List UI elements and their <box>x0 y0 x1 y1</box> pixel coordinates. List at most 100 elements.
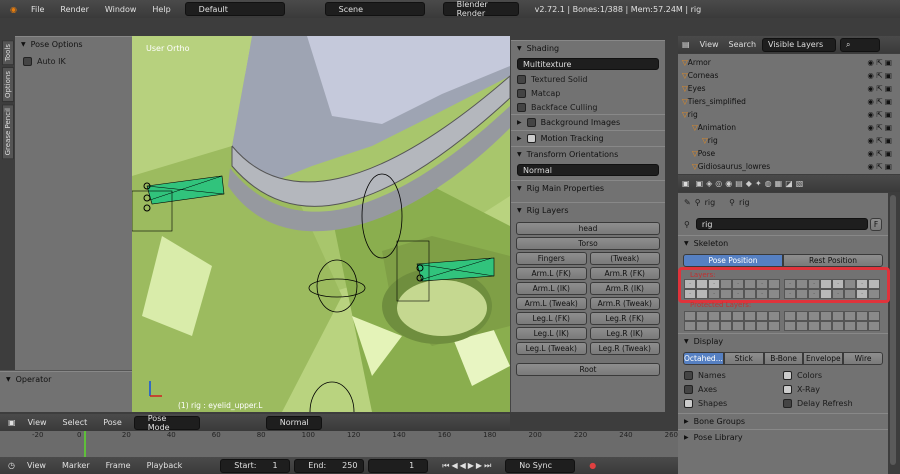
pin-icon[interactable]: ✎ <box>684 198 691 207</box>
layer-cell[interactable] <box>768 321 780 331</box>
layer-cell[interactable] <box>808 311 820 321</box>
outliner-item[interactable]: ▽ Tiers_simplified ◉ ⇱ ▣ <box>678 95 900 108</box>
sync-select[interactable]: No Sync <box>505 458 576 473</box>
rig-layer-button[interactable]: head <box>516 222 660 235</box>
outliner-item[interactable]: ▽ Eyes ◉ ⇱ ▣ <box>678 82 900 95</box>
visibility-icon[interactable]: ◉ ⇱ ▣ <box>867 149 900 158</box>
pose-position-button[interactable]: Pose Position <box>683 253 783 267</box>
properties-editor-icon[interactable]: ▣ <box>682 179 690 188</box>
axes-checkbox[interactable] <box>684 384 693 394</box>
layer-cell[interactable] <box>744 321 756 331</box>
timeline-menu-frame[interactable]: Frame <box>98 461 139 470</box>
shapes-checkbox[interactable] <box>684 398 693 408</box>
matcap-checkbox[interactable] <box>517 88 526 98</box>
start-frame-field[interactable]: Start: 1 <box>220 458 291 473</box>
visibility-icon[interactable]: ◉ ⇱ ▣ <box>867 136 900 145</box>
layer-cell[interactable] <box>796 311 808 321</box>
record-icon[interactable]: ● <box>581 461 604 470</box>
shading-header[interactable]: ▼ Shading <box>511 40 665 56</box>
display-header[interactable]: ▼ Display <box>678 333 888 349</box>
tab-grease-pencil[interactable]: Grease Pencil <box>2 104 14 160</box>
layer-cell[interactable] <box>684 311 696 321</box>
layer-cell[interactable] <box>856 321 868 331</box>
protected-grid-left[interactable] <box>684 311 780 331</box>
visibility-icon[interactable]: ◉ ⇱ ▣ <box>867 110 900 119</box>
rig-layer-button[interactable]: Fingers <box>516 252 587 265</box>
fake-user-button[interactable]: F <box>870 217 882 231</box>
visibility-icon[interactable]: ◉ ⇱ ▣ <box>867 58 900 67</box>
rig-layer-button[interactable]: Leg.R (Tweak) <box>589 342 660 355</box>
viewport-menu-select[interactable]: Select <box>55 418 96 427</box>
timeline-menu-playback[interactable]: Playback <box>139 461 191 470</box>
rig-layer-button[interactable]: Leg.L (Tweak) <box>516 342 587 355</box>
layer-cell[interactable] <box>856 311 868 321</box>
operator-header[interactable]: ▼ Operator <box>0 371 132 387</box>
end-frame-field[interactable]: End: 250 <box>294 458 365 473</box>
textured-solid-option[interactable]: Textured Solid <box>511 72 665 86</box>
outliner-item[interactable]: ▽ Pose ◉ ⇱ ▣ <box>678 147 900 160</box>
rig-layer-button[interactable]: Arm.L (Tweak) <box>516 297 587 310</box>
names-checkbox[interactable] <box>684 370 693 380</box>
pose-library-header[interactable]: ▶ Pose Library <box>678 429 888 445</box>
protected-grid-right[interactable] <box>784 311 880 331</box>
layer-cell[interactable] <box>696 311 708 321</box>
bg-images-checkbox[interactable] <box>526 118 536 127</box>
layer-cell[interactable] <box>756 321 768 331</box>
rig-main-header[interactable]: ▼ Rig Main Properties <box>511 180 665 196</box>
layer-cell[interactable] <box>732 321 744 331</box>
layer-cell[interactable] <box>708 311 720 321</box>
visibility-icon[interactable]: ◉ ⇱ ▣ <box>867 162 900 171</box>
menu-render[interactable]: Render <box>52 5 96 14</box>
rest-position-button[interactable]: Rest Position <box>783 253 883 267</box>
visibility-icon[interactable]: ◉ ⇱ ▣ <box>867 97 900 106</box>
bone-groups-header[interactable]: ▶ Bone Groups <box>678 413 888 429</box>
tab-options[interactable]: Options <box>2 67 14 103</box>
shapes-option[interactable]: Shapes <box>684 396 783 410</box>
outliner-item[interactable]: ▽ Animation ◉ ⇱ ▣ <box>678 121 900 134</box>
tab-tools[interactable]: Tools <box>2 40 14 66</box>
playback-controls[interactable]: ⏮◀◀▶▶⏭ <box>434 461 501 471</box>
layer-cell[interactable] <box>684 321 696 331</box>
visibility-icon[interactable]: ◉ ⇱ ▣ <box>867 71 900 80</box>
outliner-item[interactable]: ▽ Gidiosaurus_lowres ◉ ⇱ ▣ <box>678 160 900 173</box>
viewport-menu-view[interactable]: View <box>20 418 55 427</box>
motion-tracking-checkbox[interactable] <box>526 134 536 143</box>
layer-cell[interactable] <box>832 311 844 321</box>
layer-cell[interactable] <box>844 321 856 331</box>
rig-layer-button[interactable]: Torso <box>516 237 660 250</box>
layer-cell[interactable] <box>784 311 796 321</box>
auto-ik-option[interactable]: Auto IK <box>15 54 132 68</box>
viewport-menu-pose[interactable]: Pose <box>95 418 130 427</box>
rig-layers-header[interactable]: ▼ Rig Layers <box>511 202 665 218</box>
bg-images-header[interactable]: ▶ Background Images <box>511 114 665 130</box>
xray-option[interactable]: X-Ray <box>783 382 882 396</box>
layer-cell[interactable] <box>796 321 808 331</box>
timeline-editor-icon[interactable]: ◷ <box>4 461 19 470</box>
layer-cell[interactable] <box>832 321 844 331</box>
3d-viewport[interactable]: User Ortho (1) rig : eyelid_upper.L <box>132 36 510 412</box>
shading-mode-select[interactable]: Multitexture <box>517 58 659 70</box>
layer-cell[interactable] <box>768 311 780 321</box>
colors-option[interactable]: Colors <box>783 368 882 382</box>
layer-cell[interactable] <box>720 311 732 321</box>
names-option[interactable]: Names <box>684 368 783 382</box>
properties-scrollbar[interactable] <box>890 195 896 465</box>
rig-layer-root-button[interactable]: Root <box>516 363 660 376</box>
outliner-menu-search[interactable]: Search <box>729 40 756 49</box>
rig-layer-button[interactable]: Arm.R (Tweak) <box>589 297 660 310</box>
outliner-search-field[interactable]: ⌕ <box>840 37 881 52</box>
visibility-icon[interactable]: ◉ ⇱ ▣ <box>867 123 900 132</box>
delay-option[interactable]: Delay Refresh <box>783 396 882 410</box>
layout-select[interactable]: Default <box>184 2 285 16</box>
menu-help[interactable]: Help <box>144 5 178 14</box>
scene-select[interactable]: Scene <box>324 2 425 16</box>
outliner-editor-icon[interactable]: ▤ <box>682 40 690 49</box>
colors-checkbox[interactable] <box>783 370 792 380</box>
rig-layer-button[interactable]: (Tweak) <box>589 252 660 265</box>
backface-checkbox[interactable] <box>517 102 526 112</box>
layer-cell[interactable] <box>720 321 732 331</box>
layer-cell[interactable] <box>808 321 820 331</box>
outliner-item[interactable]: ▽ rig ◉ ⇱ ▣ <box>678 108 900 121</box>
matcap-option[interactable]: Matcap <box>511 86 665 100</box>
outliner-filter[interactable]: Visible Layers <box>762 37 837 52</box>
